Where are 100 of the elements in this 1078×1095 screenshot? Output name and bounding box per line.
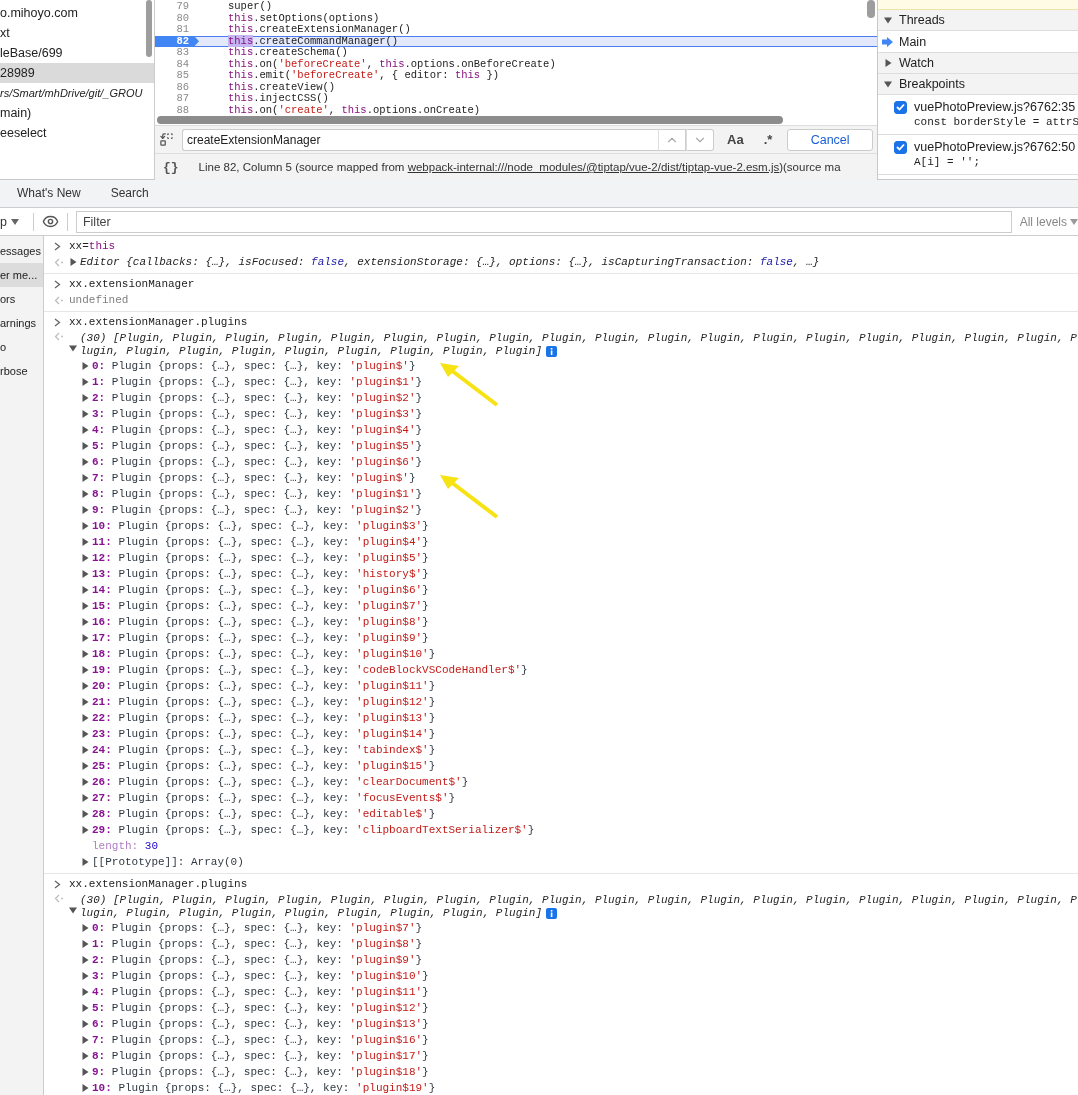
expand-triangle-icon[interactable] xyxy=(81,618,89,626)
line-number[interactable]: 84 xyxy=(155,58,199,70)
section-header[interactable]: Threads xyxy=(878,10,1078,31)
console-filter-item[interactable]: o xyxy=(0,335,43,359)
pretty-print-button[interactable]: {} xyxy=(163,159,187,175)
expand-triangle-icon[interactable] xyxy=(81,810,89,818)
expand-triangle-icon[interactable] xyxy=(81,730,89,738)
expand-triangle-icon[interactable] xyxy=(81,1036,89,1044)
console-filter-item[interactable]: rbose xyxy=(0,359,43,383)
breakpoint-checkbox[interactable] xyxy=(894,100,907,114)
expand-triangle-icon[interactable] xyxy=(81,682,89,690)
expand-triangle-icon[interactable] xyxy=(884,59,892,67)
console-filter-item[interactable]: essages xyxy=(0,239,43,263)
file-tree-item[interactable]: rs/Smart/mhDrive/git/_GROU xyxy=(0,83,154,103)
line-number[interactable]: 87 xyxy=(155,93,199,105)
filter-field[interactable]: Filter xyxy=(75,210,1012,233)
expand-triangle-icon[interactable] xyxy=(69,906,77,914)
array-item: 24: Plugin {props: {…}, spec: {…}, key: 'tabindex$'} xyxy=(92,744,436,756)
expand-triangle-icon[interactable] xyxy=(81,972,89,980)
expand-triangle-icon[interactable] xyxy=(81,602,89,610)
line-number[interactable]: 79 xyxy=(155,1,199,13)
expand-triangle-icon[interactable] xyxy=(81,762,89,770)
expand-triangle-icon[interactable] xyxy=(81,554,89,562)
line-number[interactable]: 86 xyxy=(155,81,199,93)
line-number[interactable]: 85 xyxy=(155,70,199,82)
expand-triangle-icon[interactable] xyxy=(81,956,89,964)
expand-triangle-icon[interactable] xyxy=(81,1084,89,1092)
expand-triangle-icon[interactable] xyxy=(81,940,89,948)
cancel-button[interactable]: Cancel xyxy=(787,128,873,151)
expand-triangle-icon[interactable] xyxy=(81,426,89,434)
expand-triangle-icon[interactable] xyxy=(81,924,89,932)
line-number[interactable]: 80 xyxy=(155,12,199,24)
file-tree-item[interactable]: 28989 xyxy=(0,63,154,83)
console-filter-item[interactable]: arnings xyxy=(0,311,43,335)
scrollbar[interactable] xyxy=(867,0,875,18)
breakpoint-checkbox[interactable] xyxy=(894,140,907,154)
file-tree-item[interactable]: main) xyxy=(0,103,154,123)
expand-triangle-icon[interactable] xyxy=(81,522,89,530)
log-levels-dropdown[interactable]: All levels xyxy=(1011,214,1078,229)
eye-icon[interactable] xyxy=(41,213,59,230)
expand-triangle-icon[interactable] xyxy=(81,362,89,370)
scrollbar[interactable] xyxy=(157,116,783,124)
expand-triangle-icon[interactable] xyxy=(81,988,89,996)
expand-triangle-icon[interactable] xyxy=(81,794,89,802)
line-number[interactable]: 88 xyxy=(155,104,199,116)
expand-triangle-icon[interactable] xyxy=(81,826,89,834)
expand-triangle-icon[interactable] xyxy=(884,16,892,24)
replace-icon[interactable] xyxy=(159,132,174,147)
expand-triangle-icon[interactable] xyxy=(81,442,89,450)
expand-triangle-icon[interactable] xyxy=(81,378,89,386)
expand-triangle-icon[interactable] xyxy=(81,410,89,418)
line-number[interactable]: 81 xyxy=(155,24,199,36)
expand-triangle-icon[interactable] xyxy=(81,778,89,786)
expand-triangle-icon[interactable] xyxy=(81,650,89,658)
section-header[interactable]: Breakpoints xyxy=(878,74,1078,95)
file-tree-item[interactable]: xt xyxy=(0,23,154,43)
expand-triangle-icon[interactable] xyxy=(81,538,89,546)
expand-triangle-icon[interactable] xyxy=(81,634,89,642)
expand-triangle-icon[interactable] xyxy=(81,506,89,514)
console-filter-item[interactable]: er me... xyxy=(0,263,43,287)
scrollbar[interactable] xyxy=(146,0,152,57)
file-tree-item[interactable]: eeselect xyxy=(0,123,154,143)
match-case-button[interactable]: Aa xyxy=(720,132,751,147)
array-item: 5: Plugin {props: {…}, spec: {…}, key: 'plugin$12'} xyxy=(92,1002,429,1014)
section-header[interactable]: Watch xyxy=(878,53,1078,74)
context-selector[interactable]: p xyxy=(0,214,25,229)
expand-triangle-icon[interactable] xyxy=(81,666,89,674)
prompt-icon xyxy=(54,279,61,289)
expand-triangle-icon[interactable] xyxy=(81,1068,89,1076)
expand-triangle-icon[interactable] xyxy=(81,474,89,482)
expand-triangle-icon[interactable] xyxy=(69,258,77,266)
drawer-tab[interactable]: Search xyxy=(110,179,149,208)
expand-triangle-icon[interactable] xyxy=(81,746,89,754)
breakpoint-location[interactable]: vuePhotoPreview.js?6762:50 xyxy=(914,140,1078,154)
thread-name[interactable]: Main xyxy=(899,34,927,49)
expand-triangle-icon[interactable] xyxy=(81,394,89,402)
info-icon[interactable] xyxy=(546,908,558,919)
expand-triangle-icon[interactable] xyxy=(81,714,89,722)
expand-triangle-icon[interactable] xyxy=(81,490,89,498)
expand-triangle-icon[interactable] xyxy=(69,344,77,352)
regex-button[interactable]: .* xyxy=(756,132,780,147)
expand-triangle-icon[interactable] xyxy=(81,1004,89,1012)
expand-triangle-icon[interactable] xyxy=(81,698,89,706)
info-icon[interactable] xyxy=(546,346,558,357)
search-field[interactable]: createExtensionManager xyxy=(182,128,659,151)
expand-triangle-icon[interactable] xyxy=(884,80,892,88)
console-filter-item[interactable]: ors xyxy=(0,287,43,311)
expand-triangle-icon[interactable] xyxy=(81,458,89,466)
line-number[interactable]: 82 xyxy=(155,35,199,47)
file-tree-item[interactable]: o.mihoyo.com xyxy=(0,3,154,23)
file-tree-item[interactable]: leBase/699 xyxy=(0,43,154,63)
breakpoint-location[interactable]: vuePhotoPreview.js?6762:35 xyxy=(914,100,1078,114)
expand-triangle-icon[interactable] xyxy=(81,858,89,866)
expand-triangle-icon[interactable] xyxy=(81,586,89,594)
expand-triangle-icon[interactable] xyxy=(81,1052,89,1060)
expand-triangle-icon[interactable] xyxy=(81,570,89,578)
line-number[interactable]: 83 xyxy=(155,47,199,59)
source-link[interactable]: webpack-internal:///node_modules/@tiptap/vue-2/dist/tiptap-vue-2.esm.js xyxy=(407,161,780,173)
drawer-tab[interactable]: What's New xyxy=(17,179,81,208)
expand-triangle-icon[interactable] xyxy=(81,1020,89,1028)
